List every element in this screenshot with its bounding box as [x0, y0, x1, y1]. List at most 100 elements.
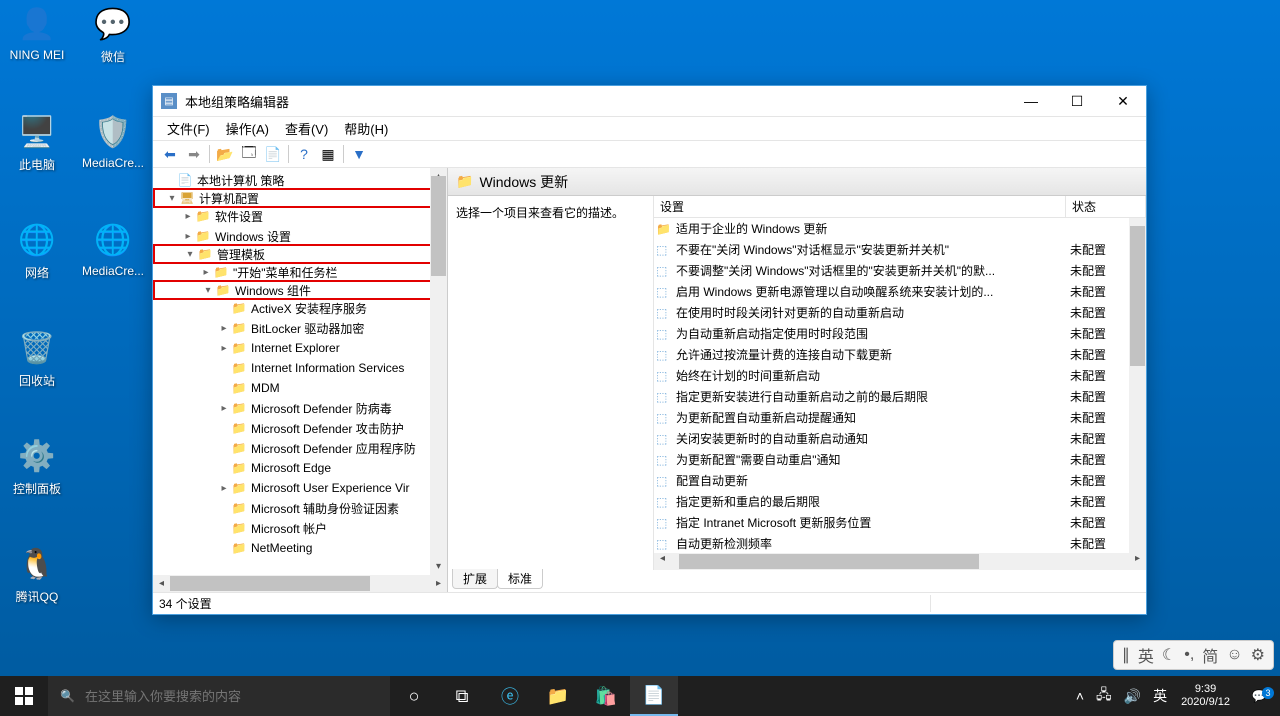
ime-button[interactable]: ∥ [1122, 645, 1130, 665]
desktop-icon[interactable]: 👤NING MEI [0, 4, 74, 62]
sound-icon[interactable]: 🔊 [1118, 688, 1147, 705]
notifications-icon[interactable]: 💬3 [1238, 689, 1280, 703]
list-vscroll[interactable] [1129, 218, 1146, 553]
forward-button[interactable]: ➡ [183, 143, 205, 165]
menu-file[interactable]: 文件(F) [159, 117, 218, 140]
list-item[interactable]: ⬚不要在"关闭 Windows"对话框显示"安装更新并关机"未配置 [654, 239, 1146, 260]
expander-icon[interactable]: ▸ [217, 403, 231, 414]
tray-chevron-icon[interactable]: ˄ [1070, 688, 1090, 704]
desktop-icon[interactable]: 🛡️MediaCre... [76, 112, 150, 170]
list-item[interactable]: ⬚为更新配置"需要自动重启"通知未配置 [654, 449, 1146, 470]
ime-toolbar[interactable]: ∥ 英 ☾ •, 简 ☺ ⚙ [1113, 640, 1274, 670]
help-button[interactable]: ? [293, 143, 315, 165]
search-input[interactable] [85, 689, 390, 704]
tree-item[interactable]: 📁Microsoft 辅助身份验证因素 [153, 498, 447, 518]
expander-icon[interactable]: ▸ [217, 343, 231, 354]
tree-item[interactable]: 📄本地计算机 策略 [153, 170, 447, 190]
list-item[interactable]: ⬚指定 Intranet Microsoft 更新服务位置未配置 [654, 512, 1146, 533]
tree-item[interactable]: 📁Internet Information Services [153, 358, 447, 378]
scrollbar-thumb[interactable] [431, 176, 446, 276]
cortana-icon[interactable]: ○ [390, 676, 438, 716]
tree-hscroll[interactable]: ◂ ▸ [153, 575, 447, 592]
edge-icon[interactable]: ⓔ [486, 676, 534, 716]
close-button[interactable]: ✕ [1100, 86, 1146, 116]
desktop-icon[interactable]: 💬微信 [76, 4, 150, 65]
menu-action[interactable]: 操作(A) [218, 117, 277, 140]
tree-item[interactable]: ▸📁Microsoft Defender 防病毒 [153, 398, 447, 418]
tree-item[interactable]: 📁Microsoft Edge [153, 458, 447, 478]
tree-item[interactable]: 📁Microsoft 帐户 [153, 518, 447, 538]
props-button[interactable]: 🗔 [238, 143, 260, 165]
export-button[interactable]: 📄 [262, 143, 284, 165]
tree-item[interactable]: 📁ActiveX 安装程序服务 [153, 298, 447, 318]
col-settings[interactable]: 设置 [654, 196, 1066, 217]
list-item[interactable]: ⬚指定更新和重启的最后期限未配置 [654, 491, 1146, 512]
list-item[interactable]: ⬚配置自动更新未配置 [654, 470, 1146, 491]
desktop-icon[interactable]: ⚙️控制面板 [0, 436, 74, 497]
filter-button[interactable]: ▼ [348, 143, 370, 165]
ime-button[interactable]: ☺ [1226, 646, 1242, 664]
tree-item[interactable]: 📁MDM [153, 378, 447, 398]
list-item[interactable]: ⬚为更新配置自动重新启动提醒通知未配置 [654, 407, 1146, 428]
list-item[interactable]: ⬚始终在计划的时间重新启动未配置 [654, 365, 1146, 386]
desktop-icon[interactable]: 🌐MediaCre... [76, 220, 150, 278]
start-button[interactable] [0, 676, 48, 716]
task-view-icon[interactable]: ⧉ [438, 676, 486, 716]
list-item[interactable]: ⬚在使用时时段关闭针对更新的自动重新启动未配置 [654, 302, 1146, 323]
tree-item[interactable]: 📁Microsoft Defender 应用程序防 [153, 438, 447, 458]
up-button[interactable]: 📂 [214, 143, 236, 165]
list-item[interactable]: ⬚为自动重新启动指定使用时时段范围未配置 [654, 323, 1146, 344]
menu-help[interactable]: 帮助(H) [336, 117, 396, 140]
tree-item[interactable]: ▾📁管理模板 [153, 244, 447, 264]
notepad-icon[interactable]: 📄 [630, 676, 678, 716]
tree-item[interactable]: ▾📁Windows 组件 [153, 280, 447, 300]
minimize-button[interactable]: — [1008, 86, 1054, 116]
list-item[interactable]: 📁适用于企业的 Windows 更新 [654, 218, 1146, 239]
expander-icon[interactable]: ▸ [181, 231, 195, 242]
expander-icon[interactable]: ▸ [181, 211, 195, 222]
ime-button[interactable]: ⚙ [1251, 645, 1265, 665]
tab-extended[interactable]: 扩展 [452, 569, 498, 589]
expander-icon[interactable]: ▾ [183, 249, 197, 260]
tree-item[interactable]: ▾🖥计算机配置 [153, 188, 447, 208]
tree-item[interactable]: 📁Microsoft Defender 攻击防护 [153, 418, 447, 438]
expander-icon[interactable]: ▸ [217, 483, 231, 494]
list-item[interactable]: ⬚自动更新检测频率未配置 [654, 533, 1146, 553]
list-button[interactable]: ▦ [317, 143, 339, 165]
list-item[interactable]: ⬚启用 Windows 更新电源管理以自动唤醒系统来安装计划的...未配置 [654, 281, 1146, 302]
expander-icon[interactable]: ▾ [165, 193, 179, 204]
tab-standard[interactable]: 标准 [497, 569, 543, 589]
tree-vscroll[interactable]: ▴ ▾ [430, 168, 447, 575]
back-button[interactable]: ⬅ [159, 143, 181, 165]
col-state[interactable]: 状态 [1066, 196, 1146, 217]
desktop-icon[interactable]: 🗑️回收站 [0, 328, 74, 389]
desktop-icon[interactable]: 🌐网络 [0, 220, 74, 281]
list-item[interactable]: ⬚不要调整"关闭 Windows"对话框里的"安装更新并关机"的默...未配置 [654, 260, 1146, 281]
store-icon[interactable]: 🛍️ [582, 676, 630, 716]
clock[interactable]: 9:39 2020/9/12 [1173, 683, 1238, 709]
list-item[interactable]: ⬚指定更新安装进行自动重新启动之前的最后期限未配置 [654, 386, 1146, 407]
ime-button[interactable]: ☾ [1162, 645, 1176, 665]
list-hscroll[interactable]: ◂ ▸ [654, 553, 1146, 570]
desktop-icon[interactable]: 🖥️此电脑 [0, 112, 74, 173]
tree-item[interactable]: ▸📁BitLocker 驱动器加密 [153, 318, 447, 338]
expander-icon[interactable]: ▸ [199, 267, 213, 278]
list-item[interactable]: ⬚关闭安装更新时的自动重新启动通知未配置 [654, 428, 1146, 449]
tree-item[interactable]: ▸📁Microsoft User Experience Vir [153, 478, 447, 498]
network-icon[interactable]: 🖧 [1090, 684, 1118, 708]
tree-item[interactable]: ▸📁Internet Explorer [153, 338, 447, 358]
list-item[interactable]: ⬚允许通过按流量计费的连接自动下载更新未配置 [654, 344, 1146, 365]
maximize-button[interactable]: ☐ [1054, 86, 1100, 116]
desktop-icon[interactable]: 🐧腾讯QQ [0, 544, 74, 605]
expander-icon[interactable]: ▸ [217, 323, 231, 334]
tree-item[interactable]: ▸📁软件设置 [153, 206, 447, 226]
ime-button[interactable]: 英 [1138, 643, 1154, 667]
tree-item[interactable]: 📁NetMeeting [153, 538, 447, 558]
ime-button[interactable]: 简 [1202, 643, 1218, 667]
expander-icon[interactable]: ▾ [201, 285, 215, 296]
tree-item[interactable]: ▸📁Windows 设置 [153, 226, 447, 246]
ime-button[interactable]: •, [1184, 646, 1194, 664]
titlebar[interactable]: ▤ 本地组策略编辑器 — ☐ ✕ [153, 86, 1146, 116]
search-box[interactable]: 🔍 [48, 676, 390, 716]
tree-item[interactable]: ▸📁"开始"菜单和任务栏 [153, 262, 447, 282]
